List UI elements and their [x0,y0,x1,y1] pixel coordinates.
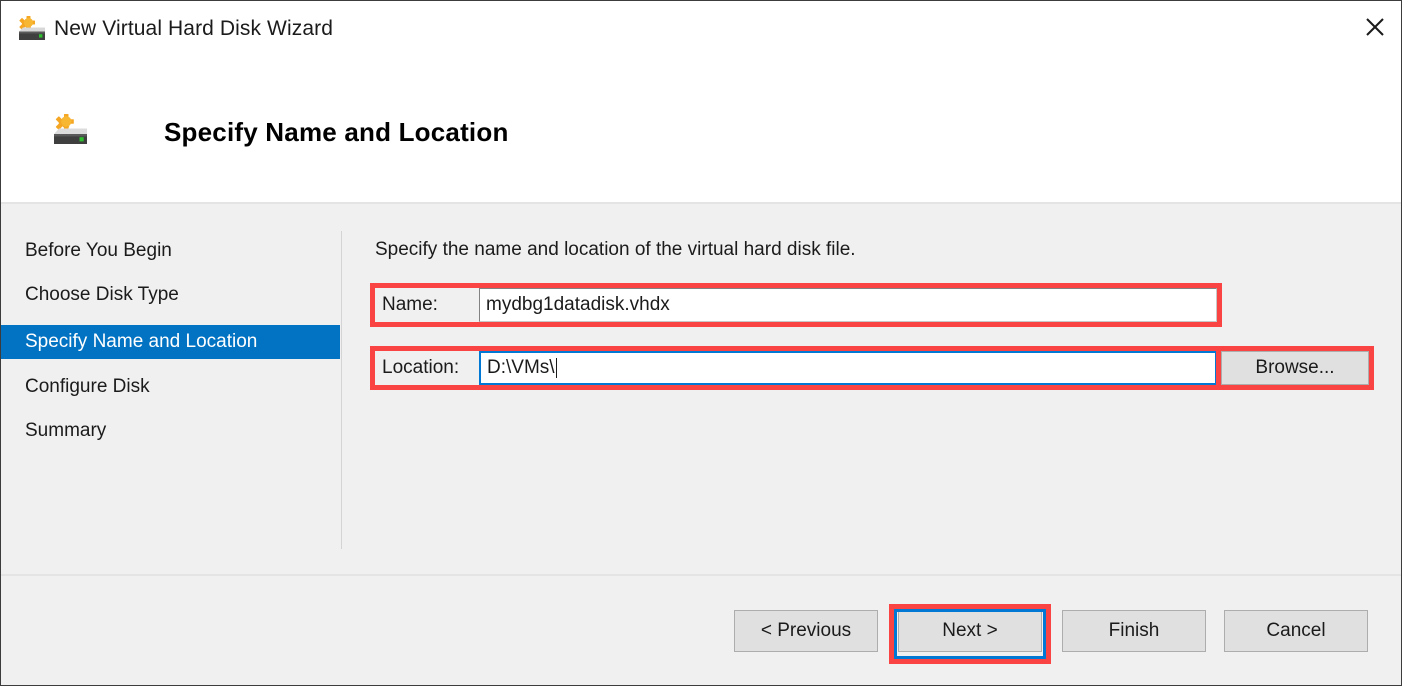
title-bar: New Virtual Hard Disk Wizard [1,1,1401,63]
name-input[interactable]: mydbg1datadisk.vhdx [479,288,1217,322]
text-caret [556,358,557,378]
page-header: Specify Name and Location [1,63,1401,204]
sidebar-item-before-you-begin[interactable]: Before You Begin [1,234,340,268]
previous-button[interactable]: < Previous [734,610,878,652]
next-button[interactable]: Next > [898,610,1042,652]
sidebar-item-label: Before You Begin [25,240,172,262]
name-input-value: mydbg1datadisk.vhdx [486,294,670,316]
sidebar-item-label: Summary [25,420,106,442]
sidebar-item-summary[interactable]: Summary [1,414,340,448]
virtual-hard-disk-icon [49,112,91,154]
sidebar-item-label: Choose Disk Type [25,284,179,306]
wizard-steps-sidebar: Before You Begin Choose Disk Type Specif… [1,206,340,574]
sidebar-item-label: Configure Disk [25,376,150,398]
finish-button-label: Finish [1109,620,1160,642]
virtual-hard-disk-icon [14,14,48,48]
wizard-footer: < Previous Next > Finish Cancel [1,574,1401,685]
location-input[interactable]: D:\VMs\ [479,351,1217,385]
location-field-label: Location: [375,351,479,385]
close-icon[interactable] [1349,1,1401,53]
sidebar-item-configure-disk[interactable]: Configure Disk [1,370,340,404]
previous-button-label: < Previous [761,620,851,642]
content-pane: Specify the name and location of the vir… [342,206,1401,574]
finish-button[interactable]: Finish [1062,610,1206,652]
browse-button-label: Browse... [1255,357,1334,379]
location-input-value: D:\VMs\ [487,357,555,379]
next-button-label: Next > [942,620,997,642]
cancel-button-label: Cancel [1266,620,1325,642]
instruction-text: Specify the name and location of the vir… [375,239,856,261]
page-title: Specify Name and Location [164,117,509,148]
sidebar-item-choose-disk-type[interactable]: Choose Disk Type [1,278,340,312]
sidebar-item-specify-name-and-location[interactable]: Specify Name and Location [1,325,340,359]
name-field-row: Name: mydbg1datadisk.vhdx [375,288,1217,322]
cancel-button[interactable]: Cancel [1224,610,1368,652]
browse-button[interactable]: Browse... [1221,351,1369,385]
wizard-body: Before You Begin Choose Disk Type Specif… [1,206,1401,574]
name-field-label: Name: [375,288,479,322]
new-virtual-hard-disk-wizard-window: New Virtual Hard Disk Wizard [0,0,1402,686]
window-title: New Virtual Hard Disk Wizard [54,17,333,41]
location-field-row: Location: D:\VMs\ [375,351,1217,385]
sidebar-item-label: Specify Name and Location [25,331,257,353]
